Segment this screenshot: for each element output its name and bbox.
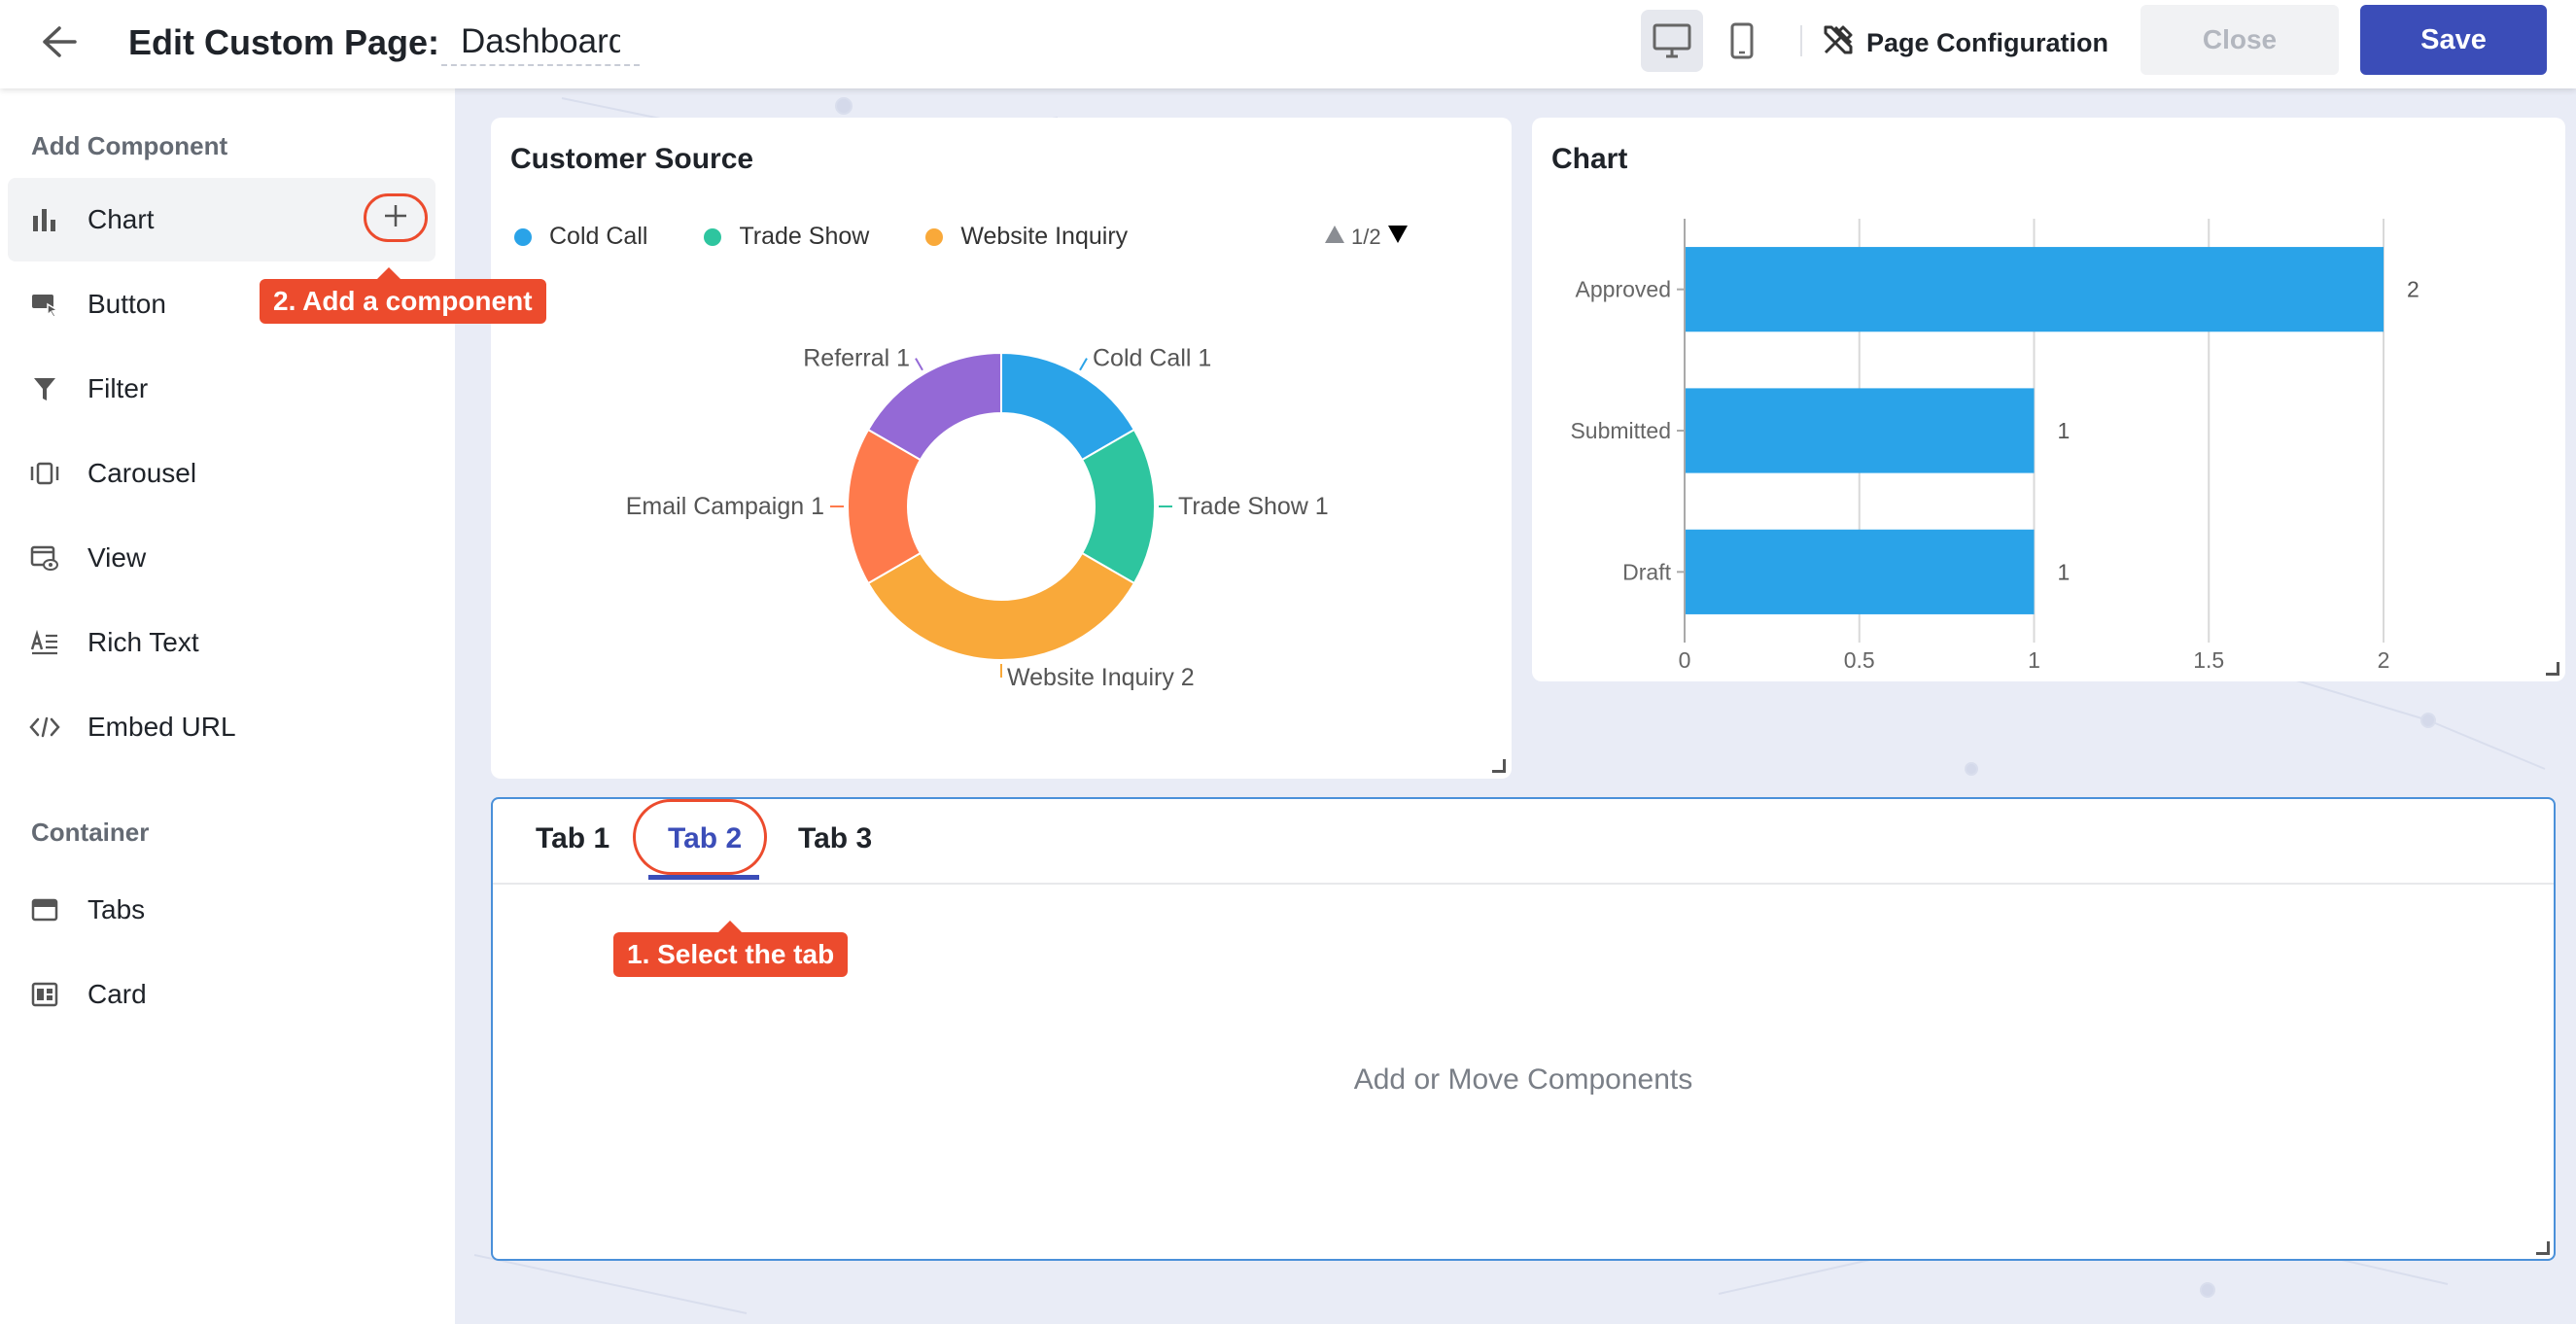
active-tab-underline (648, 875, 759, 880)
bar[interactable] (1685, 529, 2035, 614)
bar-value-label: 2 (2407, 277, 2419, 302)
top-header: Edit Custom Page: Page Configuration Clo… (0, 0, 2576, 88)
sidebar-item-label: Chart (87, 204, 155, 234)
desktop-view-icon[interactable] (1641, 10, 1703, 72)
resize-handle[interactable] (1492, 759, 1506, 773)
code-icon (29, 712, 60, 743)
bar[interactable] (1685, 247, 2384, 332)
tab-header: Tab 1 Tab 2 Tab 3 (493, 799, 2554, 885)
tab-highlight-marker (633, 799, 767, 875)
view-icon (29, 542, 60, 574)
rich-text-icon (29, 627, 60, 658)
donut-chart: Cold Call 1 Trade Show 1 Website Inquiry 2… (626, 345, 1329, 691)
sidebar-item-label: Filter (87, 373, 149, 403)
header-divider (1800, 25, 1802, 56)
x-tick-label: 1.5 (2193, 647, 2224, 673)
add-chart-button[interactable] (364, 193, 428, 242)
sidebar-item-label: Button (87, 289, 166, 319)
page-name-input[interactable] (441, 19, 640, 66)
button-cursor-icon (29, 289, 60, 320)
donut-label-line (1079, 358, 1088, 371)
sidebar-item-tabs[interactable]: Tabs (8, 868, 435, 952)
page-title-label: Edit Custom Page: (128, 22, 440, 62)
x-tick-label: 1 (2028, 647, 2040, 673)
select-tab-tooltip: 1. Select the tab (613, 921, 849, 977)
save-button[interactable]: Save (2360, 5, 2547, 75)
bar-chart-icon (29, 204, 60, 235)
mobile-view-icon[interactable] (1711, 10, 1773, 72)
customer-source-card[interactable]: Customer Source Cold Call Trade Show Web… (491, 118, 1512, 779)
bar-value-label: 1 (2058, 418, 2071, 443)
x-tick-label: 0 (1679, 647, 1691, 673)
tab-3[interactable]: Tab 3 (798, 822, 872, 855)
bar[interactable] (1685, 388, 2035, 473)
x-tick-label: 0.5 (1844, 647, 1875, 673)
tab-drop-placeholder: Add or Move Components (1353, 1063, 1693, 1096)
filter-funnel-icon (29, 373, 60, 404)
sidebar-item-rich-text[interactable]: Rich Text (8, 601, 435, 684)
sidebar-item-view[interactable]: View (8, 516, 435, 600)
tab-1[interactable]: Tab 1 (536, 822, 609, 855)
sidebar-item-label: View (87, 542, 147, 573)
plus-icon (383, 203, 408, 233)
container-heading: Container (31, 818, 150, 847)
back-arrow-icon[interactable] (35, 17, 84, 66)
y-category-label: Submitted (1570, 418, 1671, 443)
sidebar-item-filter[interactable]: Filter (8, 347, 435, 431)
resize-handle[interactable] (2546, 662, 2559, 676)
donut-slice-label: Email Campaign 1 (626, 493, 824, 520)
add-component-heading: Add Component (31, 131, 228, 160)
resize-handle[interactable] (2536, 1241, 2550, 1255)
tools-icon (1822, 23, 1855, 63)
tabs-container[interactable]: Tab 1 Tab 2 Tab 3 Add or Move Components (491, 797, 2556, 1261)
sidebar-item-label: Tabs (87, 894, 146, 924)
carousel-icon (29, 458, 60, 489)
sidebar-item-carousel[interactable]: Carousel (8, 432, 435, 515)
donut-slice-label: Website Inquiry 2 (1007, 664, 1195, 691)
sidebar-item-card[interactable]: Card (8, 953, 435, 1036)
bar-chart-card[interactable]: Chart 0 0.5 1 1.5 2 Approved 2 Submitted 1 Draft 1 (1532, 118, 2565, 681)
page-configuration-label: Page Configuration (1866, 27, 2108, 57)
close-button[interactable]: Close (2141, 5, 2339, 75)
add-component-tooltip: 2. Add a component (260, 267, 546, 324)
donut-slice-label: Trade Show 1 (1178, 493, 1329, 520)
donut-slice-label: Cold Call 1 (1093, 345, 1211, 372)
bar-value-label: 1 (2058, 559, 2071, 584)
donut-label-line (915, 358, 923, 371)
sidebar-item-label: Carousel (87, 458, 197, 488)
card-icon (29, 979, 60, 1010)
y-category-label: Draft (1622, 559, 1671, 584)
donut-slice[interactable] (866, 551, 1136, 661)
sidebar-item-label: Embed URL (87, 712, 236, 742)
sidebar-item-embed-url[interactable]: Embed URL (8, 685, 435, 769)
bar-chart: 0 0.5 1 1.5 2 Approved 2 Submitted 1 Draft 1 (1570, 219, 2419, 673)
x-tick-label: 2 (2378, 647, 2390, 673)
donut-slice-label: Referral 1 (803, 345, 910, 372)
y-category-label: Approved (1576, 277, 1671, 302)
tabs-icon (29, 894, 60, 925)
sidebar-item-label: Card (87, 979, 147, 1009)
sidebar-item-label: Rich Text (87, 627, 199, 657)
page-configuration-button[interactable]: Page Configuration (1822, 21, 2108, 64)
